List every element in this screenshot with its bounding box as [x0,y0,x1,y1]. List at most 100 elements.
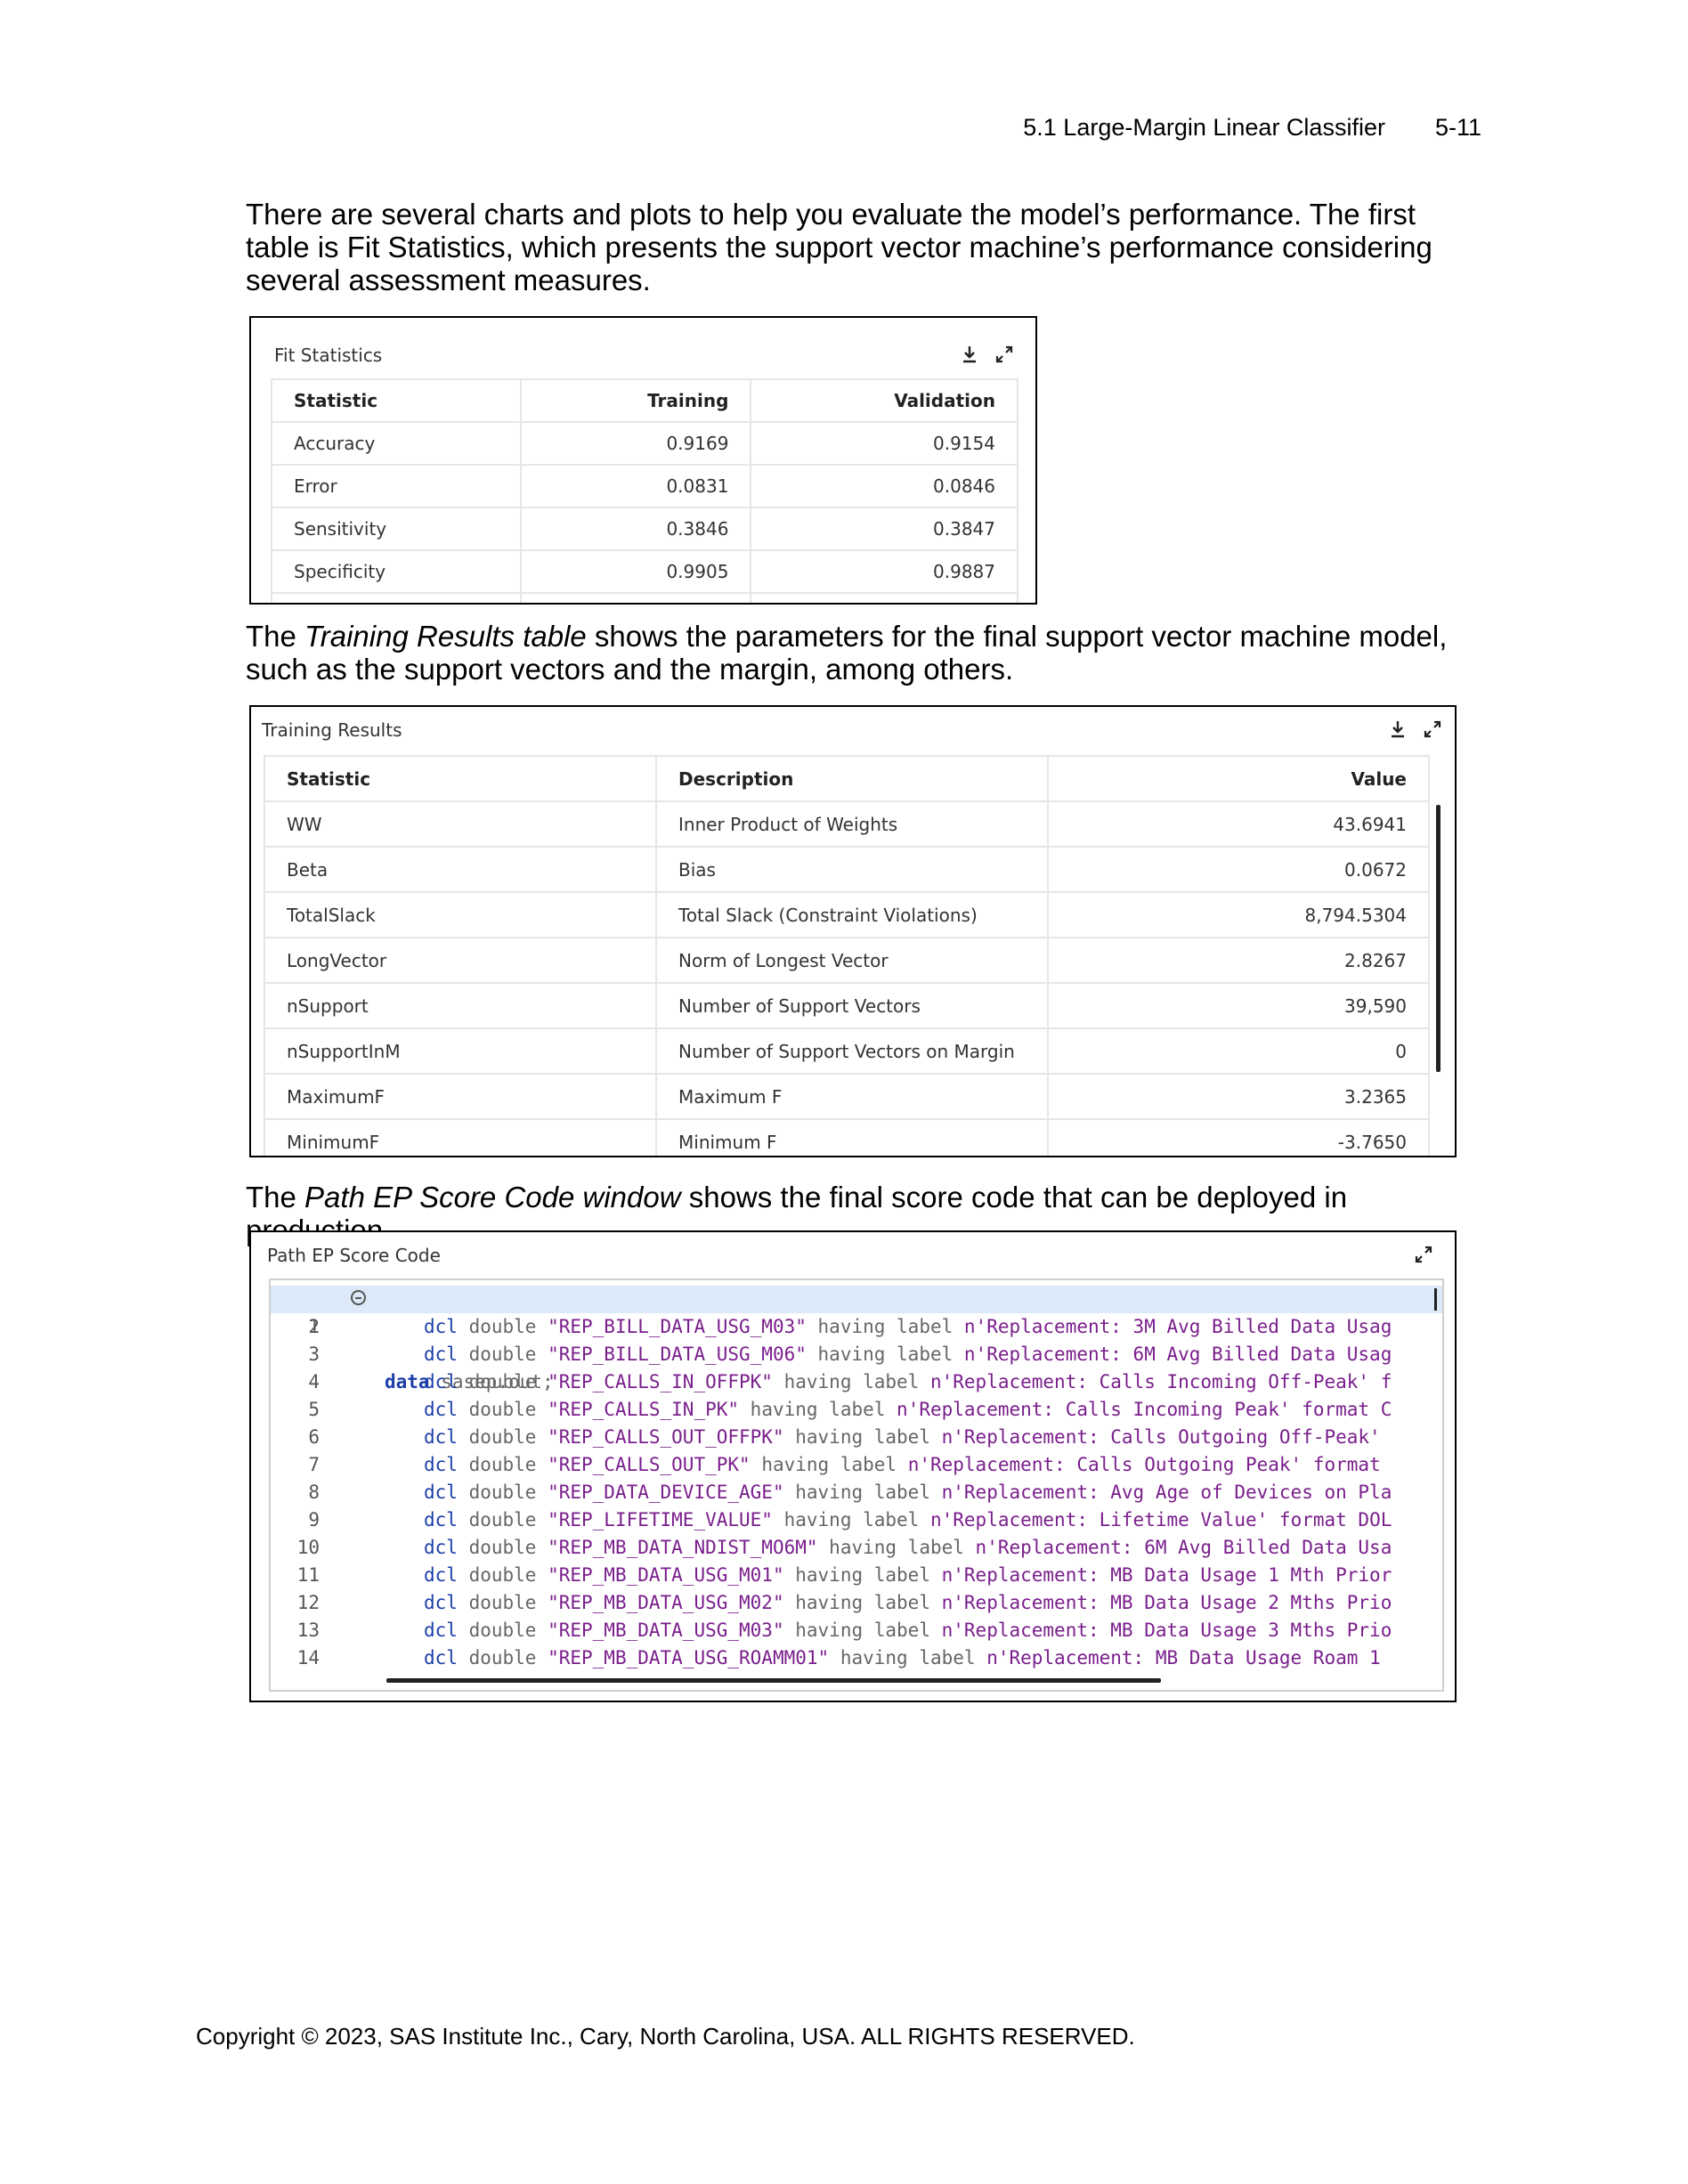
download-icon[interactable] [1389,719,1407,739]
keyword: dcl [424,1399,458,1420]
horizontal-scrollbar[interactable] [386,1678,1161,1683]
statistic-cell [271,592,522,603]
code-text: dcl double "REP_MB_DATA_USG_ROAMM01" hav… [424,1644,1381,1672]
column-header-statistic[interactable]: Statistic [264,755,657,802]
code-editor[interactable]: 1 data sasep.out; 2 dcl double "REP_BILL_… [269,1279,1444,1692]
value-cell: 0 [1047,1027,1430,1075]
code-line[interactable]: 9 dcl double "REP_LIFETIME_VALUE" having … [271,1506,1442,1534]
column-header-description[interactable]: Description [655,755,1049,802]
training-results-table: Statistic Description Value WW Inner Prod… [264,755,1430,1156]
string-literal: n'Replacement: MB Data Usage 1 Mth Prior [941,1564,1392,1586]
keyword: dcl [424,1592,458,1613]
validation-cell [750,592,1018,603]
keyword: dcl [424,1426,458,1448]
code-token: having label [739,1399,897,1420]
code-token: double [457,1426,548,1448]
column-header-statistic[interactable]: Statistic [271,378,522,423]
code-token: double [457,1454,548,1475]
text-fragment: The [246,1181,305,1214]
code-line[interactable]: 10 dcl double "REP_MB_DATA_NDIST_MO6M" ha… [271,1534,1442,1562]
string-literal: "REP_BILL_DATA_USG_M03" [548,1316,807,1337]
table-row[interactable] [271,592,1018,603]
code-line[interactable]: 14 dcl double "REP_MB_DATA_USG_ROAMM01" h… [271,1644,1442,1672]
table-header-row: Statistic Training Validation [271,378,1018,423]
description-cell: Number of Support Vectors [655,982,1049,1029]
code-line[interactable]: 4 dcl double "REP_CALLS_IN_OFFPK" having … [271,1368,1442,1396]
column-header-validation[interactable]: Validation [750,378,1018,423]
fit-statistics-toolbar [961,345,1014,364]
code-token: having label [817,1537,976,1558]
keyword: dcl [424,1482,458,1503]
statistic-cell: Beta [264,846,657,893]
string-literal: "REP_MB_DATA_USG_ROAMM01" [548,1647,830,1668]
code-token: double [457,1620,548,1641]
code-line[interactable]: 5 dcl double "REP_CALLS_IN_PK" having lab… [271,1396,1442,1424]
code-token: having label [783,1592,942,1613]
code-token: having label [783,1482,942,1503]
table-row[interactable]: Accuracy 0.9169 0.9154 [271,421,1018,466]
maximize-icon[interactable] [994,345,1014,364]
column-header-training[interactable]: Training [519,378,752,423]
line-number: 12 [296,1592,320,1613]
code-line[interactable]: 13 dcl double "REP_MB_DATA_USG_M03" havin… [271,1617,1442,1644]
string-literal: "REP_LIFETIME_VALUE" [548,1509,773,1530]
string-literal: n'Replacement: Calls Incoming Off-Peak' … [929,1371,1392,1392]
maximize-icon[interactable] [1423,719,1442,739]
maximize-icon[interactable] [1414,1245,1433,1264]
table-row[interactable]: LongVector Norm of Longest Vector 2.8267 [264,937,1430,984]
code-token: having label [806,1316,964,1337]
download-icon[interactable] [961,345,978,364]
code-line[interactable]: 3 dcl double "REP_BILL_DATA_USG_M06" havi… [271,1341,1442,1368]
code-token: double [457,1399,548,1420]
vertical-scrollbar[interactable] [1436,805,1440,1072]
table-row[interactable]: nSupportInM Number of Support Vectors on … [264,1027,1430,1075]
table-row[interactable]: TotalSlack Total Slack (Constraint Violat… [264,891,1430,938]
code-line[interactable]: 6 dcl double "REP_CALLS_OUT_OFFPK" having… [271,1424,1442,1451]
keyword: dcl [424,1316,458,1337]
value-cell: 3.2365 [1047,1073,1430,1120]
description-cell: Total Slack (Constraint Violations) [655,891,1049,938]
code-line[interactable]: 7 dcl double "REP_CALLS_OUT_PK" having la… [271,1451,1442,1479]
text-fragment: The [246,620,305,653]
statistic-cell: WW [264,800,657,848]
statistic-cell: nSupport [264,982,657,1029]
line-number: 7 [308,1454,320,1475]
description-cell: Inner Product of Weights [655,800,1049,848]
code-line[interactable]: 2 dcl double "REP_BILL_DATA_USG_M03" havi… [271,1313,1442,1341]
code-text: dcl double "REP_CALLS_OUT_OFFPK" having … [424,1424,1381,1451]
string-literal: "REP_MB_DATA_USG_M03" [548,1620,784,1641]
keyword: dcl [424,1537,458,1558]
table-row[interactable]: Sensitivity 0.3846 0.3847 [271,507,1018,551]
code-line[interactable]: 1 data sasep.out; [271,1286,1442,1392]
code-line[interactable]: 12 dcl double "REP_MB_DATA_USG_M02" havin… [271,1589,1442,1617]
table-row[interactable]: Beta Bias 0.0672 [264,846,1430,893]
table-row[interactable]: nSupport Number of Support Vectors 39,590 [264,982,1430,1029]
string-literal: n'Replacement: Calls Outgoing Peak' form… [907,1454,1381,1475]
table-row[interactable]: Specificity 0.9905 0.9887 [271,549,1018,594]
code-token: having label [829,1647,987,1668]
line-number: 9 [308,1509,320,1530]
line-number: 4 [308,1371,320,1392]
keyword: dcl [424,1647,458,1668]
statistic-cell: LongVector [264,937,657,984]
description-cell: Norm of Longest Vector [655,937,1049,984]
string-literal: n'Replacement: 6M Avg Billed Data Usag [963,1344,1392,1365]
table-row[interactable]: WW Inner Product of Weights 43.6941 [264,800,1430,848]
table-row[interactable]: MinimumF Minimum F -3.7650 [264,1118,1430,1156]
code-line[interactable]: 8 dcl double "REP_DATA_DEVICE_AGE" having… [271,1479,1442,1506]
code-text: dcl double "REP_LIFETIME_VALUE" having l… [424,1506,1392,1534]
line-number: 5 [308,1399,320,1420]
code-token: having label [750,1454,908,1475]
table-row[interactable]: Error 0.0831 0.0846 [271,464,1018,508]
column-header-value[interactable]: Value [1047,755,1430,802]
description-cell: Number of Support Vectors on Margin [655,1027,1049,1075]
text-emphasis: Training Results table [304,620,587,653]
code-text: dcl double "REP_MB_DATA_USG_M01" having … [424,1562,1392,1589]
code-line[interactable]: 11 dcl double "REP_MB_DATA_USG_M01" havin… [271,1562,1442,1589]
fit-statistics-title: Fit Statistics [274,345,383,366]
code-token: having label [806,1344,964,1365]
score-code-toolbar [1414,1245,1433,1264]
table-row[interactable]: MaximumF Maximum F 3.2365 [264,1073,1430,1120]
collapse-icon[interactable] [351,1290,366,1305]
code-text: dcl double "REP_CALLS_IN_PK" having labe… [424,1396,1392,1424]
